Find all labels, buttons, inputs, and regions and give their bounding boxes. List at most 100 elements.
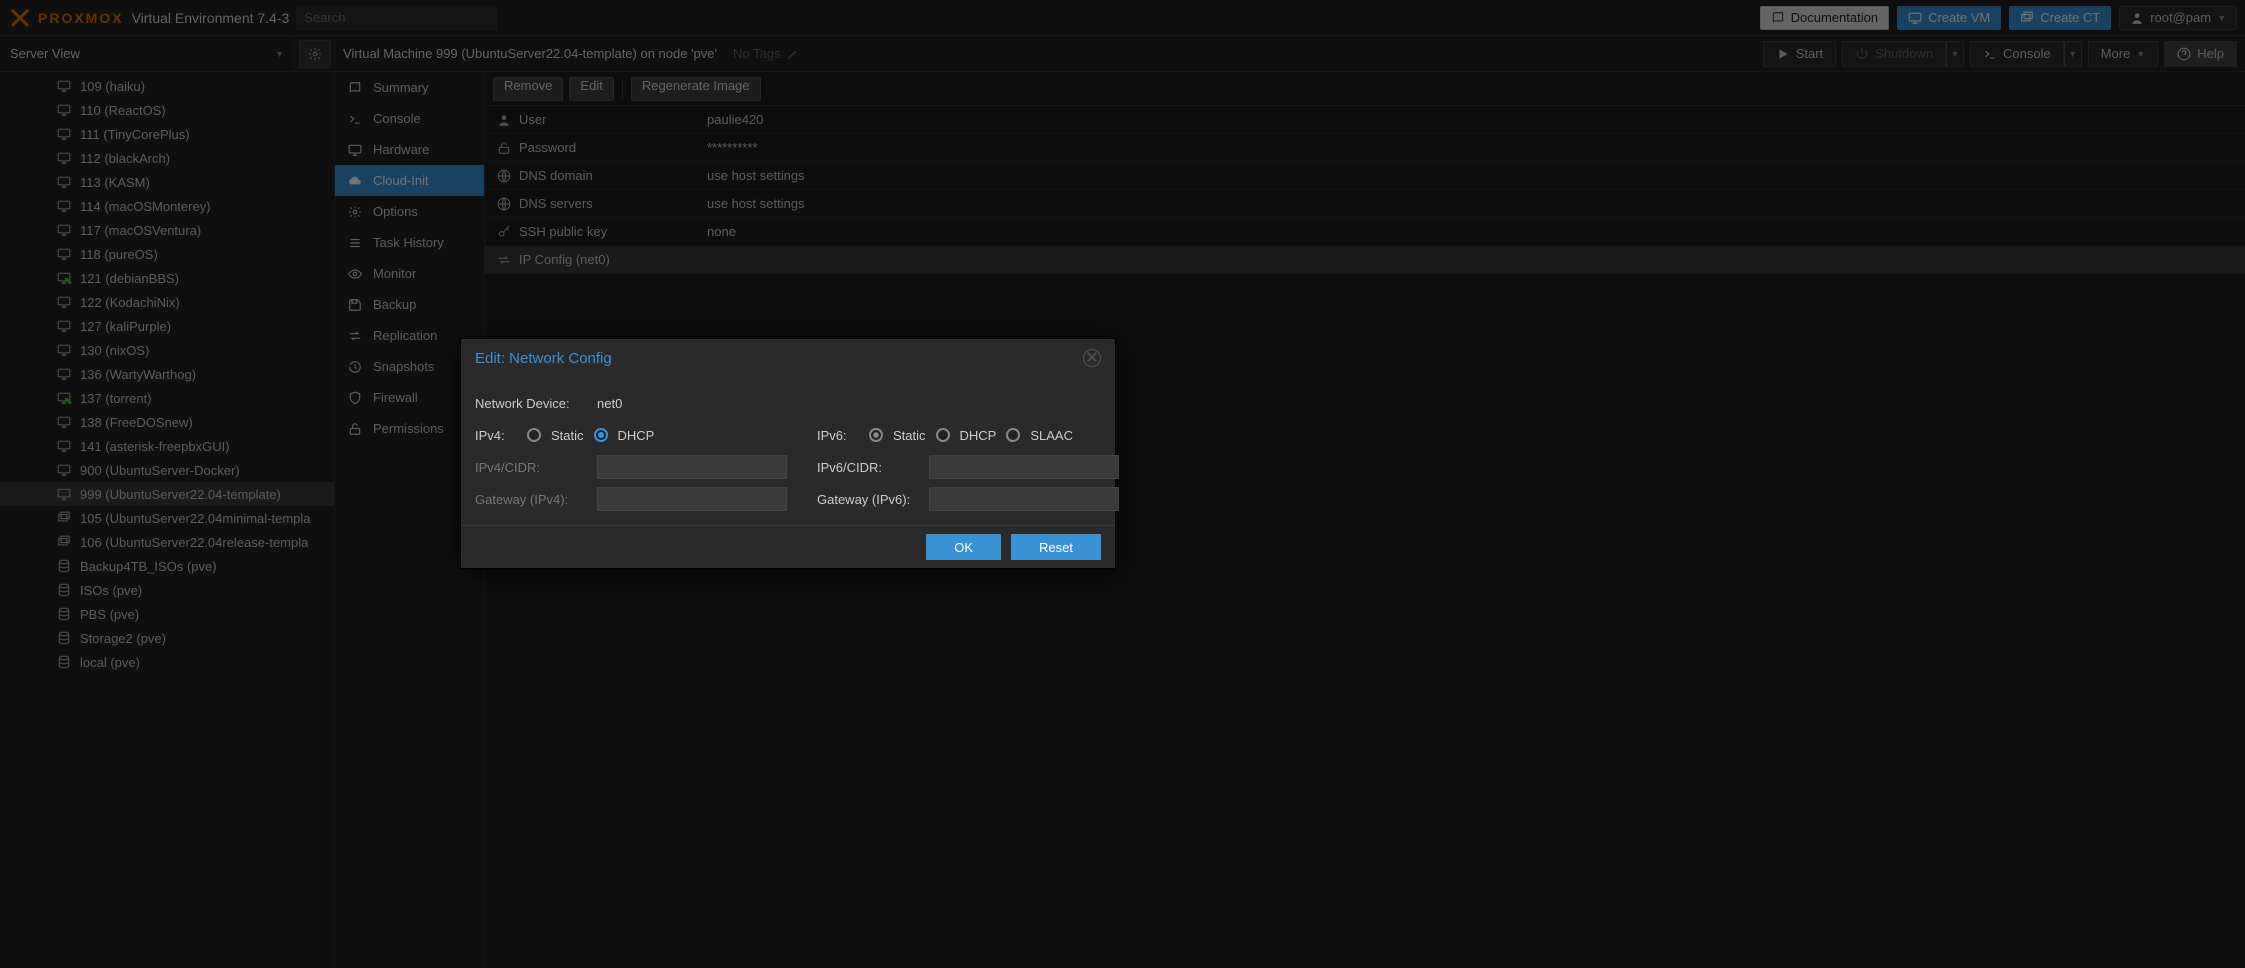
tree-item[interactable]: 900 (UbuntuServer-Docker) [0, 458, 334, 482]
monitor-on-icon [56, 391, 72, 405]
grid-row[interactable]: Password********** [485, 134, 2245, 162]
user-menu-button[interactable]: root@pam ▼ [2119, 6, 2237, 30]
globe-icon [497, 169, 511, 183]
tree-item[interactable]: 110 (ReactOS) [0, 98, 334, 122]
tree-item[interactable]: 130 (nixOS) [0, 338, 334, 362]
grid-row[interactable]: IP Config (net0) [485, 246, 2245, 274]
nav-item-label: Firewall [373, 390, 418, 405]
tree-item[interactable]: 105 (UbuntuServer22.04minimal-templa [0, 506, 334, 530]
tree-item[interactable]: 136 (WartyWarthog) [0, 362, 334, 386]
tree-item[interactable]: 112 (blackArch) [0, 146, 334, 170]
tree-item[interactable]: 109 (haiku) [0, 74, 334, 98]
resource-tree[interactable]: 109 (haiku)110 (ReactOS)111 (TinyCorePlu… [0, 72, 335, 968]
ipv4-cidr-input[interactable] [597, 455, 787, 479]
ipv4-static-radio[interactable] [527, 428, 541, 442]
grid-row[interactable]: DNS domainuse host settings [485, 162, 2245, 190]
tree-item[interactable]: 121 (debianBBS) [0, 266, 334, 290]
server-view-label: Server View [10, 46, 80, 61]
modal-title: Edit: Network Config [475, 350, 612, 367]
help-button[interactable]: Help [2164, 41, 2237, 67]
device-row: Network Device: net0 [475, 387, 1101, 419]
nav-item-monitor[interactable]: Monitor [335, 258, 484, 289]
remove-button[interactable]: Remove [493, 77, 563, 101]
tree-item[interactable]: 122 (KodachiNix) [0, 290, 334, 314]
tree-item[interactable]: 118 (pureOS) [0, 242, 334, 266]
template-icon [56, 511, 72, 525]
edit-button[interactable]: Edit [569, 77, 613, 101]
reset-button[interactable]: Reset [1011, 534, 1101, 560]
tree-item[interactable]: PBS (pve) [0, 602, 334, 626]
create-ct-button[interactable]: Create CT [2009, 6, 2111, 30]
shutdown-button[interactable]: Shutdown [1842, 41, 1946, 67]
start-button[interactable]: Start [1763, 41, 1836, 67]
tree-item[interactable]: 106 (UbuntuServer22.04release-templa [0, 530, 334, 554]
tree-item[interactable]: 111 (TinyCorePlus) [0, 122, 334, 146]
tree-item-label: 900 (UbuntuServer-Docker) [80, 463, 240, 478]
tree-item[interactable]: Storage2 (pve) [0, 626, 334, 650]
tree-item[interactable]: ISOs (pve) [0, 578, 334, 602]
globe-icon [497, 197, 511, 211]
nav-item-task-history[interactable]: Task History [335, 227, 484, 258]
tree-item[interactable]: 141 (asterisk-freepbxGUI) [0, 434, 334, 458]
tree-item[interactable]: 138 (FreeDOSnew) [0, 410, 334, 434]
more-button[interactable]: More ▼ [2088, 41, 2159, 67]
ipv4-gateway-input[interactable] [597, 487, 787, 511]
tree-item-label: Storage2 (pve) [80, 631, 166, 646]
ipv6-gateway-input[interactable] [929, 487, 1119, 511]
ok-button[interactable]: OK [926, 534, 1001, 560]
nav-item-summary[interactable]: Summary [335, 72, 484, 103]
grid-value: ********** [707, 140, 2241, 155]
disks-icon [56, 559, 72, 573]
tree-item-label: 138 (FreeDOSnew) [80, 415, 193, 430]
modal-close-button[interactable]: ✕ [1083, 349, 1101, 367]
action-buttons: Start Shutdown ▼ Console ▼ More ▼ Help [1763, 41, 2245, 67]
ipv6-slaac-radio[interactable] [1006, 428, 1020, 442]
tree-item[interactable]: Backup4TB_ISOs (pve) [0, 554, 334, 578]
ipv4-cidr-row: IPv4/CIDR: [475, 451, 787, 483]
server-view-selector[interactable]: Server View ▼ [0, 36, 295, 71]
nav-item-hardware[interactable]: Hardware [335, 134, 484, 165]
tree-item-label: Backup4TB_ISOs (pve) [80, 559, 217, 574]
ipv4-dhcp-radio[interactable] [594, 428, 608, 442]
ipv6-dhcp-radio[interactable] [936, 428, 950, 442]
nav-item-label: Monitor [373, 266, 416, 281]
close-icon: ✕ [1085, 348, 1098, 368]
tree-item[interactable]: 117 (macOSVentura) [0, 218, 334, 242]
nav-item-console[interactable]: Console [335, 103, 484, 134]
no-tags[interactable]: No Tags [733, 46, 800, 61]
book-icon [1771, 11, 1785, 25]
device-value: net0 [597, 396, 622, 411]
nav-item-options[interactable]: Options [335, 196, 484, 227]
tree-item[interactable]: 127 (kaliPurple) [0, 314, 334, 338]
tree-item[interactable]: 113 (KASM) [0, 170, 334, 194]
grid-row[interactable]: SSH public keynone [485, 218, 2245, 246]
search-input[interactable] [297, 6, 497, 30]
tree-settings-button[interactable] [299, 40, 331, 68]
ipv6-cidr-input[interactable] [929, 455, 1119, 479]
nav-item-label: Summary [373, 80, 429, 95]
nav-item-backup[interactable]: Backup [335, 289, 484, 320]
grid-row[interactable]: Userpaulie420 [485, 106, 2245, 134]
console-dropdown[interactable]: ▼ [2064, 41, 2082, 67]
grid-row[interactable]: DNS serversuse host settings [485, 190, 2245, 218]
tree-item-label: 999 (UbuntuServer22.04-template) [80, 487, 281, 502]
monitor-icon [56, 127, 72, 141]
documentation-button[interactable]: Documentation [1760, 6, 1889, 30]
nav-item-label: Permissions [373, 421, 444, 436]
tree-item[interactable]: local (pve) [0, 650, 334, 674]
monitor-icon [56, 223, 72, 237]
tree-item[interactable]: 137 (torrent) [0, 386, 334, 410]
nav-item-cloud-init[interactable]: Cloud-Init [335, 165, 484, 196]
env-version: Virtual Environment 7.4-3 [132, 10, 290, 26]
console-button[interactable]: Console [1970, 41, 2064, 67]
ipv6-static-radio[interactable] [869, 428, 883, 442]
tree-item[interactable]: 999 (UbuntuServer22.04-template) [0, 482, 334, 506]
ipv4-cidr-label: IPv4/CIDR: [475, 460, 585, 475]
logo[interactable]: PROXMOX [8, 6, 124, 30]
tree-item-label: 141 (asterisk-freepbxGUI) [80, 439, 230, 454]
regenerate-image-button[interactable]: Regenerate Image [631, 77, 761, 101]
create-vm-button[interactable]: Create VM [1897, 6, 2001, 30]
tree-item[interactable]: 114 (macOSMonterey) [0, 194, 334, 218]
nav-item-label: Cloud-Init [373, 173, 429, 188]
shutdown-dropdown[interactable]: ▼ [1946, 41, 1964, 67]
